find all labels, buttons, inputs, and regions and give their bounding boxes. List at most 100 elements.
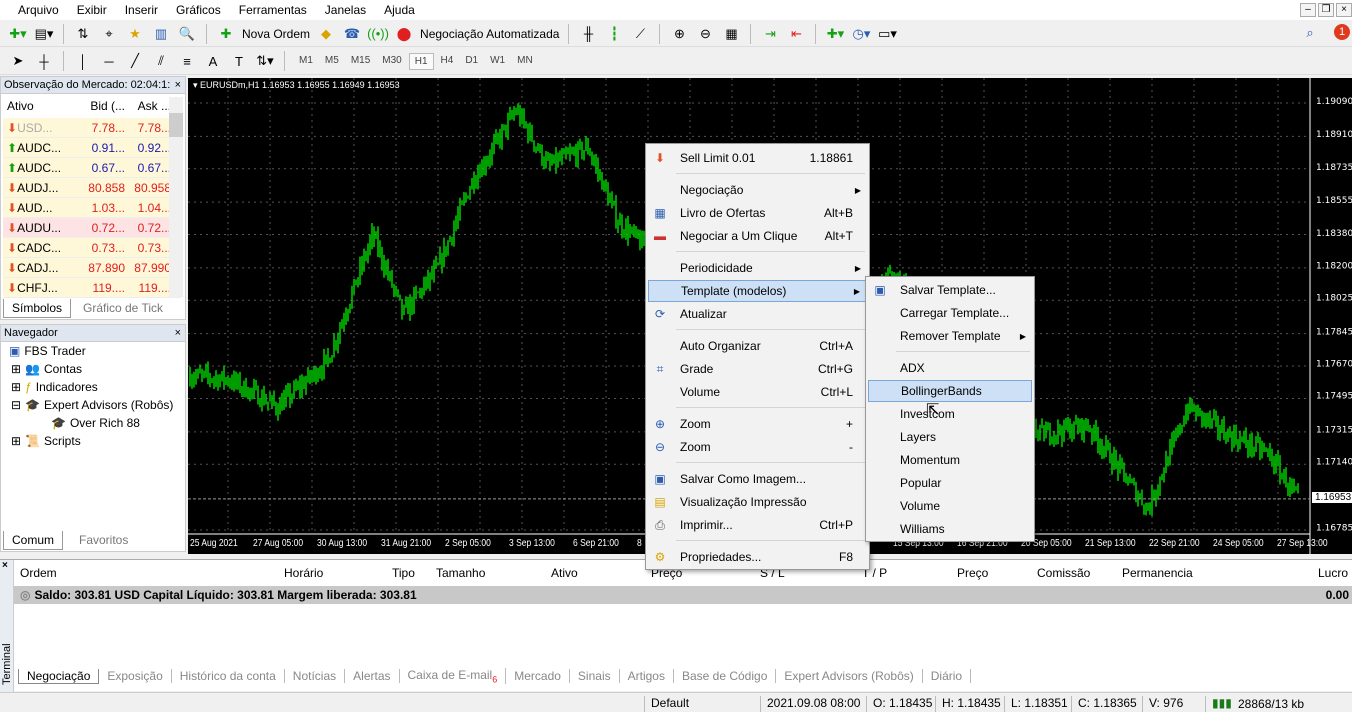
terminal-tab[interactable]: Mercado [506, 669, 570, 683]
menu-6[interactable]: Ajuda [384, 3, 423, 17]
menu-item-bollingerbands[interactable]: BollingerBands [868, 380, 1032, 402]
cursor-icon[interactable]: ➤ [8, 52, 28, 70]
indicators-icon[interactable]: ✚▾ [825, 25, 845, 43]
terminal-tab[interactable]: Expert Advisors (Robôs) [776, 669, 923, 683]
new-order-button[interactable]: Nova Ordem [242, 27, 310, 41]
menu-item-template-modelos-[interactable]: Template (modelos) ▶ [648, 280, 867, 302]
new-chart-icon[interactable]: ✚▾ [8, 25, 28, 43]
status-profile[interactable]: Default [644, 696, 689, 712]
terminal-tab[interactable]: Alertas [345, 669, 400, 683]
arrows-icon[interactable]: ⇅▾ [255, 52, 275, 70]
menu-item-auto-organizar[interactable]: Auto Organizar Ctrl+A [648, 335, 867, 357]
menu-item-layers[interactable]: Layers [868, 426, 1032, 448]
collapse-icon[interactable]: ⊟ [11, 398, 21, 412]
terminal-tab[interactable]: Histórico da conta [172, 669, 285, 683]
market-watch-row[interactable]: ⬇ AUDU... 0.72... 0.72... [3, 218, 181, 238]
menu-item-livro-de-ofertas[interactable]: ▦ Livro de Ofertas Alt+B [648, 202, 867, 224]
chart-shift-icon[interactable]: ⇥ [760, 25, 780, 43]
autoscroll-icon[interactable]: ⇤ [786, 25, 806, 43]
fibonacci-icon[interactable]: ≡ [177, 52, 197, 70]
metaeditor-icon[interactable]: ◆ [316, 25, 336, 43]
expand-icon[interactable]: ⊞ [11, 380, 21, 394]
timeframe-M30[interactable]: M30 [377, 53, 406, 70]
tab-common[interactable]: Comum [3, 531, 64, 550]
market-watch-row[interactable]: ⬇ AUDJ... 80.858 80.958 [3, 178, 181, 198]
notification-badge[interactable]: 1 [1334, 24, 1350, 40]
zoom-in-icon[interactable]: ⊕ [669, 25, 689, 43]
market-watch-row[interactable]: ⬇ USD... 7.78... 7.78... [3, 118, 181, 138]
col-bid[interactable]: Bid (... [77, 99, 125, 113]
column-header[interactable]: Preço [957, 566, 988, 580]
periods-icon[interactable]: ◷▾ [851, 25, 871, 43]
menu-2[interactable]: Inserir [125, 3, 166, 17]
timeframe-M5[interactable]: M5 [320, 53, 344, 70]
chat-icon[interactable]: ☎ [342, 25, 362, 43]
column-header[interactable]: Ativo [551, 566, 578, 580]
menu-item-imprimir-[interactable]: ⎙ Imprimir... Ctrl+P [648, 514, 867, 536]
market-watch-row[interactable]: ⬇ CADJ... 87.890 87.990 [3, 258, 181, 278]
timeframe-M1[interactable]: M1 [294, 53, 318, 70]
auto-trading-button[interactable]: Negociação Automatizada [420, 27, 559, 41]
horizontal-line-icon[interactable]: ─ [99, 52, 119, 70]
market-watch-icon[interactable]: ⇅ [73, 25, 93, 43]
navigator-icon[interactable]: ★ [125, 25, 145, 43]
menu-item-visualiza-o-impress-o[interactable]: ▤ Visualização Impressão [648, 491, 867, 513]
menu-item-zoom[interactable]: ⊕ Zoom + [648, 413, 867, 435]
balance-row[interactable]: ◎ Saldo: 303.81 USD Capital Líquido: 303.… [14, 586, 1352, 604]
market-watch-row[interactable]: ⬆ AUDC... 0.67... 0.67... [3, 158, 181, 178]
tester-icon[interactable]: 🔍 [177, 25, 197, 43]
minimize-button[interactable]: – [1300, 3, 1316, 17]
close-button[interactable]: × [1336, 3, 1352, 17]
line-chart-icon[interactable]: ⟋ [630, 25, 650, 43]
expand-icon[interactable]: ⊞ [11, 362, 21, 376]
column-header[interactable]: Tamanho [436, 566, 485, 580]
market-watch-row[interactable]: ⬆ AUDC... 0.91... 0.92... [3, 138, 181, 158]
menu-item-salvar-template-[interactable]: ▣ Salvar Template... [868, 279, 1032, 301]
column-header[interactable]: Permanencia [1122, 566, 1193, 580]
timeframe-W1[interactable]: W1 [485, 53, 510, 70]
menu-item-atualizar[interactable]: ⟳ Atualizar [648, 303, 867, 325]
menu-item-momentum[interactable]: Momentum [868, 449, 1032, 471]
menu-item-carregar-template-[interactable]: Carregar Template... [868, 302, 1032, 324]
tile-windows-icon[interactable]: ▦ [721, 25, 741, 43]
market-watch-row[interactable]: ⬇ CHFJ... 119.... 119.... [3, 278, 181, 298]
menu-item-williams[interactable]: Williams [868, 518, 1032, 540]
close-icon[interactable]: × [2, 560, 8, 571]
menu-item-zoom[interactable]: ⊖ Zoom - [648, 436, 867, 458]
terminal-tab[interactable]: Artigos [620, 669, 674, 683]
menu-item-sell-limit-0-01[interactable]: ⬇ Sell Limit 0.01 1.18861 [648, 147, 867, 169]
timeframe-H1[interactable]: H1 [408, 52, 434, 70]
terminal-tab[interactable]: Diário [923, 669, 972, 683]
tab-favorites[interactable]: Favoritos [71, 531, 136, 549]
timeframe-D1[interactable]: D1 [460, 53, 483, 70]
column-header[interactable]: Ordem [20, 566, 57, 580]
terminal-tab[interactable]: Caixa de E-mail6 [400, 667, 507, 685]
menu-5[interactable]: Janelas [325, 3, 374, 17]
menu-item-salvar-como-imagem-[interactable]: ▣ Salvar Como Imagem... [648, 468, 867, 490]
zoom-out-icon[interactable]: ⊖ [695, 25, 715, 43]
nav-fbs-trader[interactable]: ▣ FBS Trader [9, 344, 86, 358]
menu-item-volume[interactable]: Volume [868, 495, 1032, 517]
menu-3[interactable]: Gráficos [176, 3, 229, 17]
menu-item-grade[interactable]: ⌗ Grade Ctrl+G [648, 358, 867, 380]
trendline-icon[interactable]: ╱ [125, 52, 145, 70]
terminal-icon[interactable]: ▥ [151, 25, 171, 43]
vertical-line-icon[interactable]: │ [73, 52, 93, 70]
terminal-tab[interactable]: Base de Código [674, 669, 777, 683]
menu-item-investcom[interactable]: Investcom [868, 403, 1032, 425]
column-header[interactable]: Tipo [392, 566, 415, 580]
crosshair-icon[interactable]: ┼ [34, 52, 54, 70]
nav-accounts[interactable]: ⊞ 👥 Contas [11, 362, 82, 376]
nav-scripts[interactable]: ⊞ 📜 Scripts [11, 434, 81, 448]
bar-chart-icon[interactable]: ╫ [578, 25, 598, 43]
timeframe-H4[interactable]: H4 [436, 53, 459, 70]
tab-symbols[interactable]: Símbolos [3, 299, 72, 318]
tab-tick-chart[interactable]: Gráfico de Tick [75, 299, 171, 317]
market-watch-row[interactable]: ⬇ CADC... 0.73... 0.73... [3, 238, 181, 258]
timeframe-M15[interactable]: M15 [346, 53, 375, 70]
restore-button[interactable]: ❐ [1318, 3, 1334, 17]
col-ask[interactable]: Ask ... [125, 99, 171, 113]
close-icon[interactable]: × [175, 79, 181, 91]
market-watch-row[interactable]: ⬇ AUD... 1.03... 1.04... [3, 198, 181, 218]
terminal-tab[interactable]: Exposição [99, 669, 172, 683]
